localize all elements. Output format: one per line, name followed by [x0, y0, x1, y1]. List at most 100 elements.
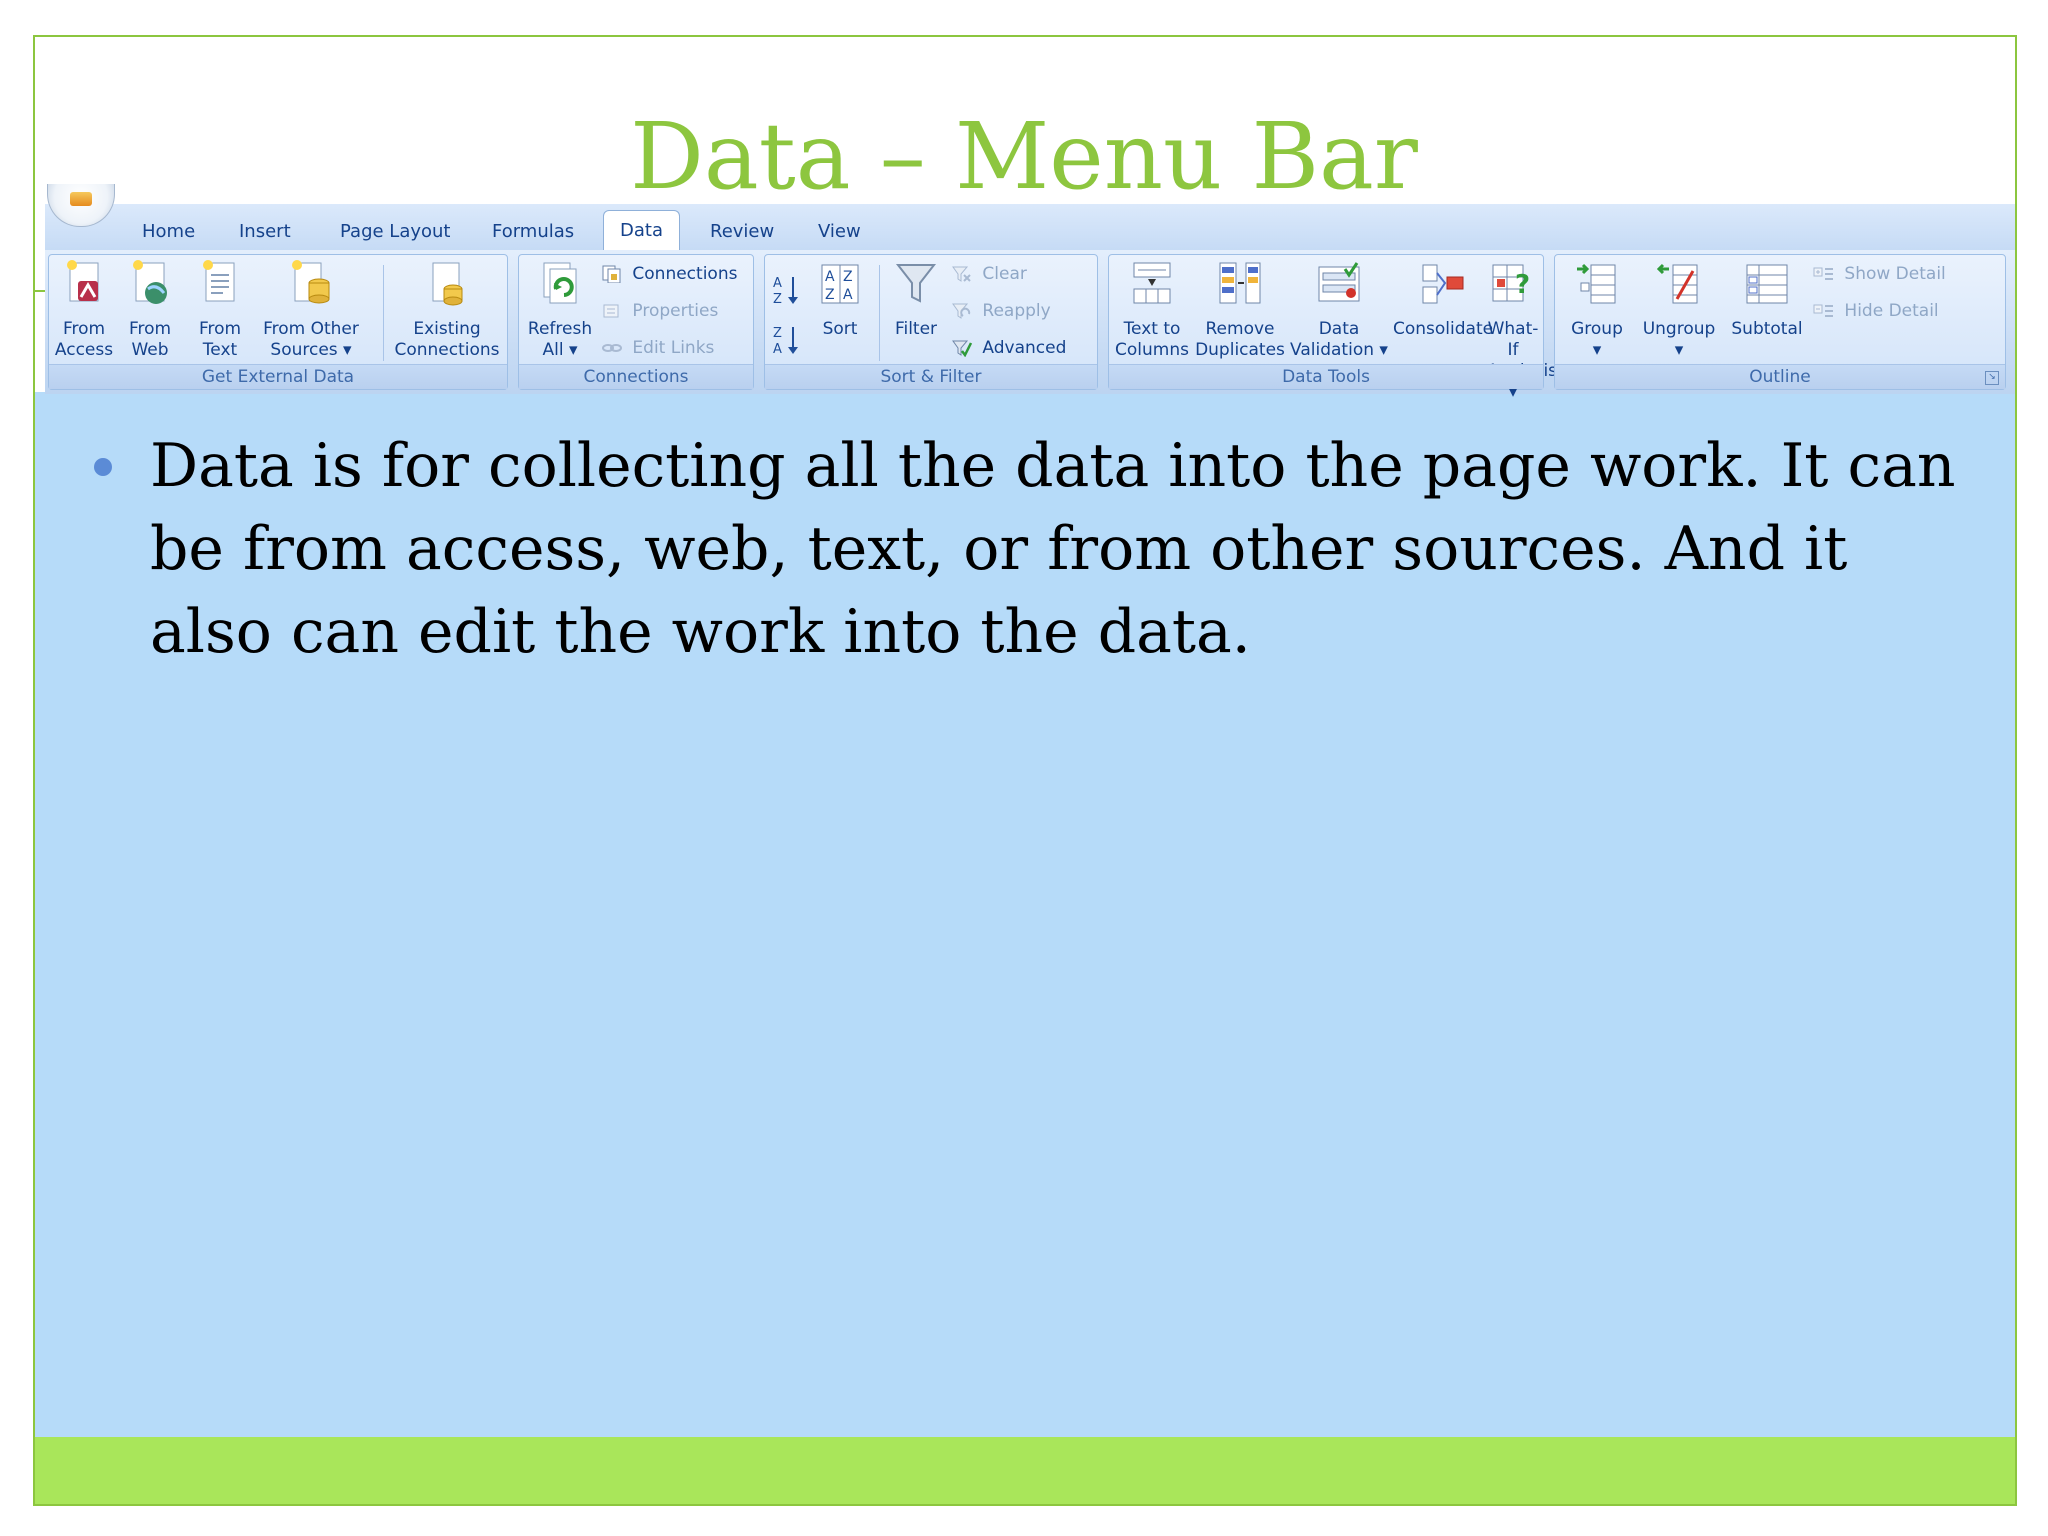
what-if-label-1: What-If	[1487, 319, 1539, 360]
svg-text:?: ?	[1515, 270, 1530, 300]
from-other-label-1: From Other	[263, 319, 359, 339]
data-validation-button[interactable]: Data Validation ▾	[1289, 259, 1389, 361]
what-if-analysis-icon: ?	[1492, 264, 1530, 302]
group-label-sort-filter: Sort & Filter	[765, 364, 1097, 389]
ungroup-button[interactable]: Ungroup ▾	[1637, 259, 1721, 361]
from-text-button[interactable]: From Text	[189, 259, 251, 361]
existing-label-1: Existing	[413, 319, 481, 339]
group-button[interactable]: Group ▾	[1561, 259, 1633, 361]
consolidate-button[interactable]: Consolidate	[1393, 259, 1493, 340]
group-outline: Group ▾ Ungroup ▾ Subtotal Show Detail H…	[1554, 254, 2006, 390]
separator	[879, 265, 880, 361]
remove-duplicates-label-1: Remove	[1205, 319, 1275, 339]
ungroup-label-2: ▾	[1674, 340, 1684, 360]
office-button[interactable]	[47, 184, 115, 227]
edit-links-button[interactable]: Edit Links	[601, 335, 714, 361]
group-rows-icon	[1577, 263, 1616, 304]
tab-page-layout[interactable]: Page Layout	[340, 216, 451, 248]
clear-button[interactable]: Clear	[951, 261, 1027, 287]
sort-z-to-a-button[interactable]: ZA	[771, 323, 805, 357]
properties-label: Properties	[632, 301, 719, 321]
group-label-connections: Connections	[519, 364, 753, 389]
from-web-button[interactable]: From Web	[119, 259, 181, 361]
remove-duplicates-button[interactable]: Remove Duplicates	[1195, 259, 1285, 361]
sort-button[interactable]: AZZA Sort	[809, 259, 871, 340]
from-other-sources-button[interactable]: From Other Sources ▾	[259, 259, 363, 361]
tab-formulas[interactable]: Formulas	[492, 216, 574, 248]
show-detail-icon	[1813, 267, 1833, 280]
svg-text:A: A	[825, 269, 835, 285]
reapply-icon	[952, 303, 971, 319]
sort-ascending-icon: AZ	[773, 276, 798, 307]
bullet-item: Data is for collecting all the data into…	[90, 425, 1970, 674]
subtotal-icon	[1746, 264, 1788, 304]
svg-text:Z: Z	[843, 269, 853, 285]
text-to-columns-button[interactable]: Text to Columns	[1113, 259, 1191, 361]
tab-insert[interactable]: Insert	[239, 216, 291, 248]
from-text-label-1: From	[198, 319, 242, 339]
text-to-columns-label-1: Text to	[1123, 319, 1181, 339]
tab-view[interactable]: View	[818, 216, 861, 248]
sort-a-to-z-button[interactable]: AZ	[771, 273, 805, 307]
from-access-label-2: Access	[54, 340, 114, 360]
web-globe-icon	[133, 260, 167, 304]
connections-icon	[602, 265, 621, 283]
group-label-data-tools: Data Tools	[1109, 364, 1543, 389]
database-cylinder-icon	[292, 260, 330, 304]
filter-button[interactable]: Filter	[885, 259, 947, 340]
properties-button[interactable]: Properties	[601, 298, 718, 324]
refresh-label-1: Refresh	[527, 319, 593, 339]
slide-title: Data – Menu Bar	[630, 103, 1418, 210]
reapply-button[interactable]: Reapply	[951, 298, 1051, 324]
existing-label-2: Connections	[394, 340, 500, 360]
consolidate-label: Consolidate	[1393, 319, 1494, 339]
refresh-all-button[interactable]: Refresh All ▾	[525, 259, 595, 361]
svg-text:A: A	[773, 342, 782, 357]
bullet-text: Data is for collecting all the data into…	[150, 431, 1956, 667]
clear-label: Clear	[982, 264, 1027, 284]
consolidate-icon	[1422, 264, 1464, 304]
excel-ribbon: Home Insert Page Layout Formulas Data Re…	[45, 184, 2015, 402]
access-database-icon	[67, 260, 99, 302]
tab-home[interactable]: Home	[142, 216, 195, 248]
text-file-icon	[203, 260, 235, 302]
hide-detail-button[interactable]: Hide Detail	[1813, 298, 1939, 324]
from-text-label-2: Text	[202, 340, 238, 360]
clear-filter-icon	[952, 266, 971, 282]
subtotal-button[interactable]: Subtotal	[1725, 259, 1809, 340]
data-validation-label-2: Validation ▾	[1290, 340, 1388, 360]
subtotal-label: Subtotal	[1731, 319, 1803, 339]
data-validation-label-1: Data	[1318, 319, 1360, 339]
funnel-filter-icon	[895, 264, 937, 303]
group-get-external-data: From Access From Web From Text From Othe…	[48, 254, 508, 390]
tab-data[interactable]: Data	[603, 210, 680, 251]
hide-detail-icon	[1813, 304, 1833, 317]
remove-duplicates-label-2: Duplicates	[1195, 340, 1285, 360]
ribbon-tab-bar: Home Insert Page Layout Formulas Data Re…	[45, 184, 2015, 251]
svg-text:A: A	[773, 276, 782, 291]
group-sort-filter: AZ ZA AZZA Sort Filter Clear Reapply Adv…	[764, 254, 1098, 390]
bullet-dot-icon	[94, 458, 112, 476]
sort-label: Sort	[822, 319, 858, 339]
from-web-label-1: From	[128, 319, 172, 339]
from-other-label-2: Sources ▾	[270, 340, 352, 360]
hide-detail-label: Hide Detail	[1844, 301, 1939, 321]
from-access-button[interactable]: From Access	[53, 259, 115, 361]
svg-text:Z: Z	[825, 287, 835, 303]
svg-text:Z: Z	[773, 292, 782, 307]
sort-dialog-icon: A ZZ A	[821, 264, 859, 304]
remove-duplicates-icon	[1219, 262, 1261, 304]
show-detail-button[interactable]: Show Detail	[1813, 261, 1946, 287]
tab-review[interactable]: Review	[710, 216, 774, 248]
chain-link-icon	[602, 344, 622, 352]
footer-bar	[35, 1437, 2015, 1504]
group-data-tools: Text to Columns Remove Duplicates Data V…	[1108, 254, 1557, 402]
connections-button[interactable]: Connections	[601, 261, 737, 287]
sort-descending-icon: ZA	[773, 326, 798, 357]
existing-connections-button[interactable]: Existing Connections	[389, 259, 505, 361]
group-label-get-external-data: Get External Data	[49, 364, 507, 389]
advanced-label: Advanced	[982, 338, 1067, 358]
svg-text:Z: Z	[773, 326, 782, 341]
advanced-button[interactable]: Advanced	[951, 335, 1066, 361]
dialog-launcher-icon[interactable]: ↘	[1985, 371, 1999, 385]
